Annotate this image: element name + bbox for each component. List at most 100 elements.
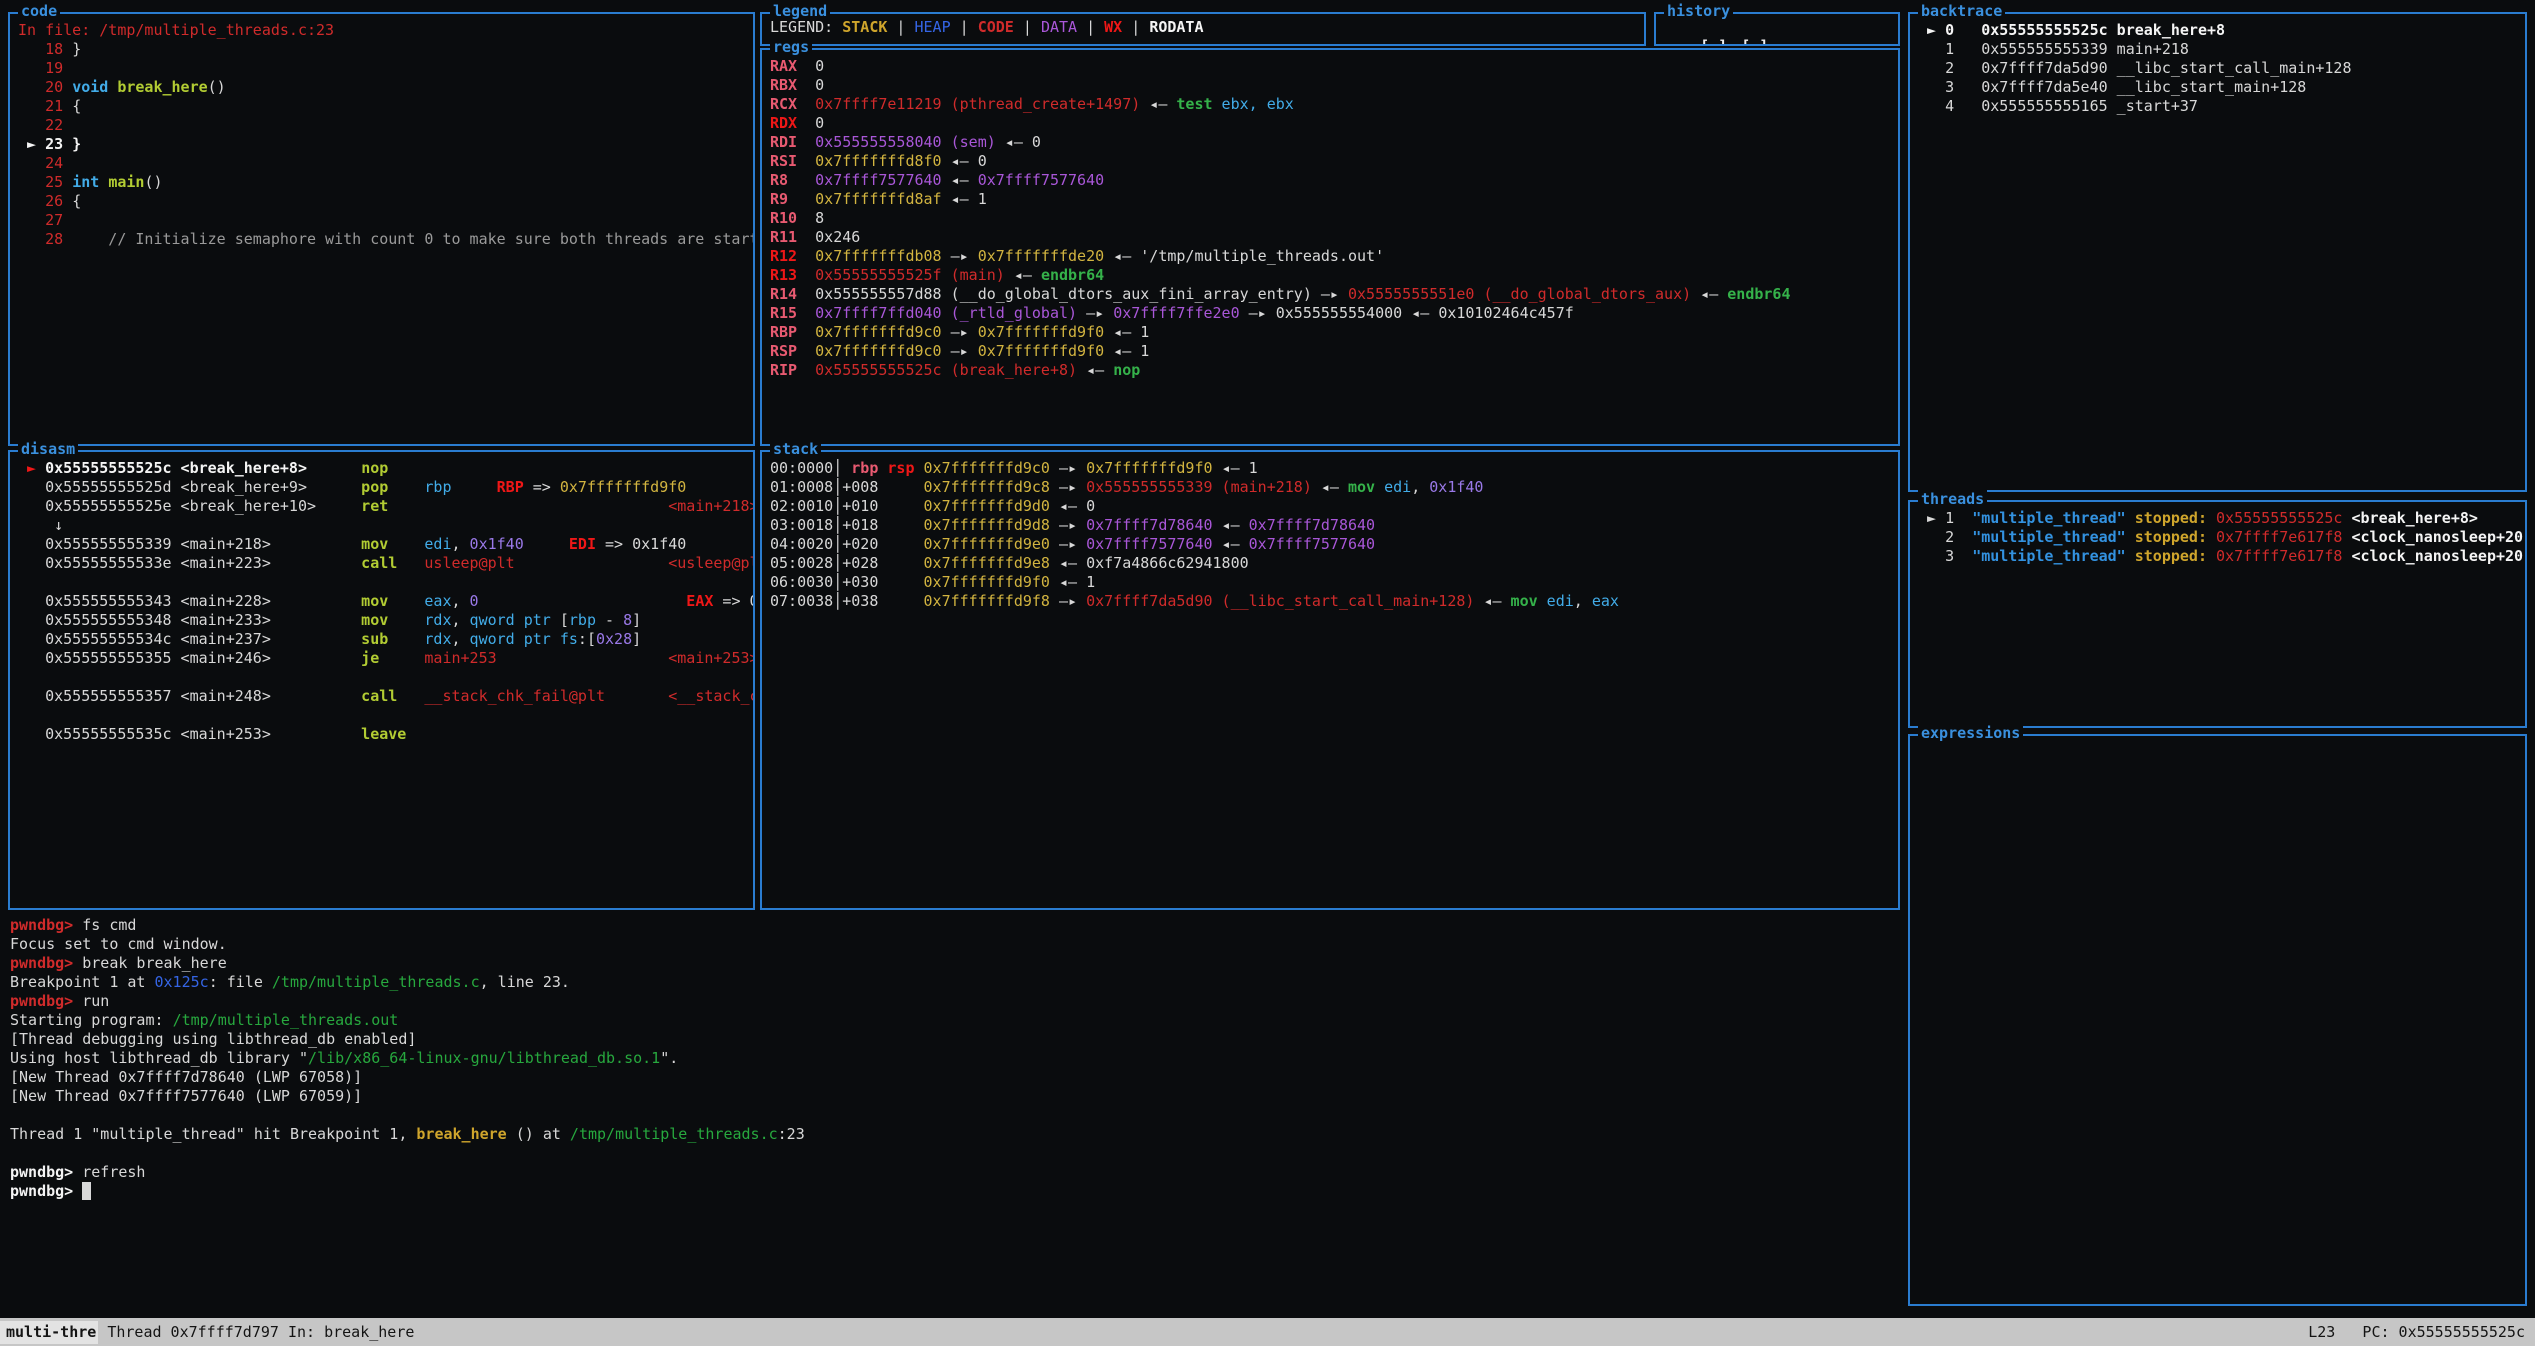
registers-content: RAX 0RBX 0RCX 0x7ffff7e11219 (pthread_cr…: [762, 50, 1898, 444]
text-line: 24: [18, 154, 751, 173]
text-line: 25 int main(): [18, 173, 751, 192]
text-line: 0x555555555357 <main+248> call __stack_c…: [18, 687, 751, 706]
text-line: RSP 0x7fffffffd9c0 —▸ 0x7fffffffd9f0 ◂— …: [770, 342, 1896, 361]
text-line: R10 8: [770, 209, 1896, 228]
history-forward-button[interactable]: [→]: [1741, 37, 1768, 44]
text-line: RCX 0x7ffff7e11219 (pthread_create+1497)…: [770, 95, 1896, 114]
disasm-panel: disasm ► 0x55555555525c <break_here+8> n…: [8, 450, 755, 910]
text-line: ► 1 "multiple_thread" stopped: 0x5555555…: [1918, 509, 2523, 528]
text-line: 0x555555555355 <main+246> je main+253 <m…: [18, 649, 751, 668]
expressions-content: [1910, 736, 2525, 1304]
text-line: RDX 0: [770, 114, 1896, 133]
status-thread-info: Thread 0x7ffff7d797 In: break_here: [98, 1323, 414, 1342]
text-line: 26 {: [18, 192, 751, 211]
text-line: 3 0x7ffff7da5e40 __libc_start_main+128: [1918, 78, 2523, 97]
text-line: RBX 0: [770, 76, 1896, 95]
text-line: 21 {: [18, 97, 751, 116]
text-line: RAX 0: [770, 57, 1896, 76]
text-line: pwndbg> refresh: [10, 1163, 1890, 1182]
text-line: pwndbg> break break_here: [10, 954, 1890, 973]
text-line: 19: [18, 59, 751, 78]
text-line: [18, 573, 751, 592]
text-line: 0x55555555525d <break_here+9> pop rbp RB…: [18, 478, 751, 497]
text-line: 1 0x555555555339 main+218: [1918, 40, 2523, 59]
text-line: [18, 668, 751, 687]
text-line: 4 0x555555555165 _start+37: [1918, 97, 2523, 116]
backtrace-panel: backtrace ► 0 0x55555555525c break_here+…: [1908, 12, 2527, 492]
text-line: 01:0008│+008 0x7fffffffd9c8 —▸ 0x5555555…: [770, 478, 1896, 497]
text-line: RBP 0x7fffffffd9c0 —▸ 0x7fffffffd9f0 ◂— …: [770, 323, 1896, 342]
history-panel: history [←][→]: [1654, 12, 1900, 46]
text-line: [New Thread 0x7ffff7d78640 (LWP 67058)]: [10, 1068, 1890, 1087]
text-line: [New Thread 0x7ffff7577640 (LWP 67059)]: [10, 1087, 1890, 1106]
text-line: LEGEND: STACK | HEAP | CODE | DATA | WX …: [770, 18, 1642, 37]
text-line: [10, 1144, 1890, 1163]
text-line: R8 0x7ffff7577640 ◂— 0x7ffff7577640: [770, 171, 1896, 190]
text-line: Focus set to cmd window.: [10, 935, 1890, 954]
text-line: [18, 706, 751, 725]
threads-content: ► 1 "multiple_thread" stopped: 0x5555555…: [1910, 502, 2525, 726]
text-line: ► 23 }: [18, 135, 751, 154]
text-line: R9 0x7fffffffd8af ◂— 1: [770, 190, 1896, 209]
text-line: 0x55555555533e <main+223> call usleep@pl…: [18, 554, 751, 573]
expressions-panel: expressions: [1908, 734, 2527, 1306]
text-line: 0x55555555535c <main+253> leave: [18, 725, 751, 744]
text-line: Breakpoint 1 at 0x125c: file /tmp/multip…: [10, 973, 1890, 992]
text-line: 05:0028│+028 0x7fffffffd9e8 ◂— 0xf7a4866…: [770, 554, 1896, 573]
backtrace-content: ► 0 0x55555555525c break_here+8 1 0x5555…: [1910, 14, 2525, 490]
text-line: 20 void break_here(): [18, 78, 751, 97]
legend-panel: legend LEGEND: STACK | HEAP | CODE | DAT…: [760, 12, 1646, 46]
text-line: R15 0x7ffff7ffd040 (_rtld_global) —▸ 0x7…: [770, 304, 1896, 323]
text-line: 04:0020│+020 0x7fffffffd9e0 —▸ 0x7ffff75…: [770, 535, 1896, 554]
text-line: 03:0018│+018 0x7fffffffd9d8 —▸ 0x7ffff7d…: [770, 516, 1896, 535]
text-line: R12 0x7fffffffdb08 —▸ 0x7fffffffde20 ◂— …: [770, 247, 1896, 266]
text-line: pwndbg>: [10, 1182, 1890, 1201]
code-content: In file: /tmp/multiple_threads.c:23 18 }…: [10, 14, 753, 444]
text-line: 0x555555555348 <main+233> mov rdx, qword…: [18, 611, 751, 630]
status-session-segment: multi-thre: [0, 1321, 98, 1344]
code-panel: code In file: /tmp/multiple_threads.c:23…: [8, 12, 755, 446]
text-line: RIP 0x55555555525c (break_here+8) ◂— nop: [770, 361, 1896, 380]
text-line: pwndbg> run: [10, 992, 1890, 1011]
text-line: 06:0030│+030 0x7fffffffd9f0 ◂— 1: [770, 573, 1896, 592]
text-line: 2 0x7ffff7da5d90 __libc_start_call_main+…: [1918, 59, 2523, 78]
threads-panel: threads ► 1 "multiple_thread" stopped: 0…: [1908, 500, 2527, 728]
text-line: 07:0038│+038 0x7fffffffd9f8 —▸ 0x7ffff7d…: [770, 592, 1896, 611]
text-line: 00:0000│ rbp rsp 0x7fffffffd9c0 —▸ 0x7ff…: [770, 459, 1896, 478]
text-line: R14 0x555555557d88 (__do_global_dtors_au…: [770, 285, 1896, 304]
status-line-pc-info: L23 PC: 0x55555555525c: [2308, 1323, 2535, 1342]
stack-panel: stack 00:0000│ rbp rsp 0x7fffffffd9c0 —▸…: [760, 450, 1900, 910]
text-line: 18 }: [18, 40, 751, 59]
text-line: In file: /tmp/multiple_threads.c:23: [18, 21, 751, 40]
text-line: RDI 0x555555558040 (sem) ◂— 0: [770, 133, 1896, 152]
text-line: R11 0x246: [770, 228, 1896, 247]
text-line: pwndbg> fs cmd: [10, 916, 1890, 935]
text-line: R13 0x55555555525f (main) ◂— endbr64: [770, 266, 1896, 285]
text-line: 28 // Initialize semaphore with count 0 …: [18, 230, 751, 249]
text-line: 02:0010│+010 0x7fffffffd9d0 ◂— 0: [770, 497, 1896, 516]
console-output[interactable]: pwndbg> fs cmdFocus set to cmd window.pw…: [10, 916, 1890, 1312]
text-line: [Thread debugging using libthread_db ena…: [10, 1030, 1890, 1049]
disasm-content: ► 0x55555555525c <break_here+8> nop 0x55…: [10, 452, 753, 908]
text-line: 0x55555555525e <break_here+10> ret <main…: [18, 497, 751, 516]
text-line: 0x555555555343 <main+228> mov eax, 0 EAX…: [18, 592, 751, 611]
text-line: Starting program: /tmp/multiple_threads.…: [10, 1011, 1890, 1030]
text-line: Using host libthread_db library "/lib/x8…: [10, 1049, 1890, 1068]
text-line: ► 0x55555555525c <break_here+8> nop: [18, 459, 751, 478]
text-line: ► 0 0x55555555525c break_here+8: [1918, 21, 2523, 40]
text-line: 27: [18, 211, 751, 230]
text-line: 0x55555555534c <main+237> sub rdx, qword…: [18, 630, 751, 649]
text-line: 22: [18, 116, 751, 135]
legend-content: LEGEND: STACK | HEAP | CODE | DATA | WX …: [762, 14, 1644, 44]
text-line: Thread 1 "multiple_thread" hit Breakpoin…: [10, 1125, 1890, 1144]
history-back-button[interactable]: [←]: [1700, 37, 1727, 44]
text-line: [10, 1106, 1890, 1125]
text-line: 0x555555555339 <main+218> mov edi, 0x1f4…: [18, 535, 751, 554]
text-line: 2 "multiple_thread" stopped: 0x7ffff7e61…: [1918, 528, 2523, 547]
text-line: RSI 0x7fffffffd8f0 ◂— 0: [770, 152, 1896, 171]
text-line: ↓: [18, 516, 751, 535]
status-bar: multi-thre Thread 0x7ffff7d797 In: break…: [0, 1318, 2535, 1346]
text-line: 3 "multiple_thread" stopped: 0x7ffff7e61…: [1918, 547, 2523, 566]
registers-panel: regs RAX 0RBX 0RCX 0x7ffff7e11219 (pthre…: [760, 48, 1900, 446]
stack-content: 00:0000│ rbp rsp 0x7fffffffd9c0 —▸ 0x7ff…: [762, 452, 1898, 908]
